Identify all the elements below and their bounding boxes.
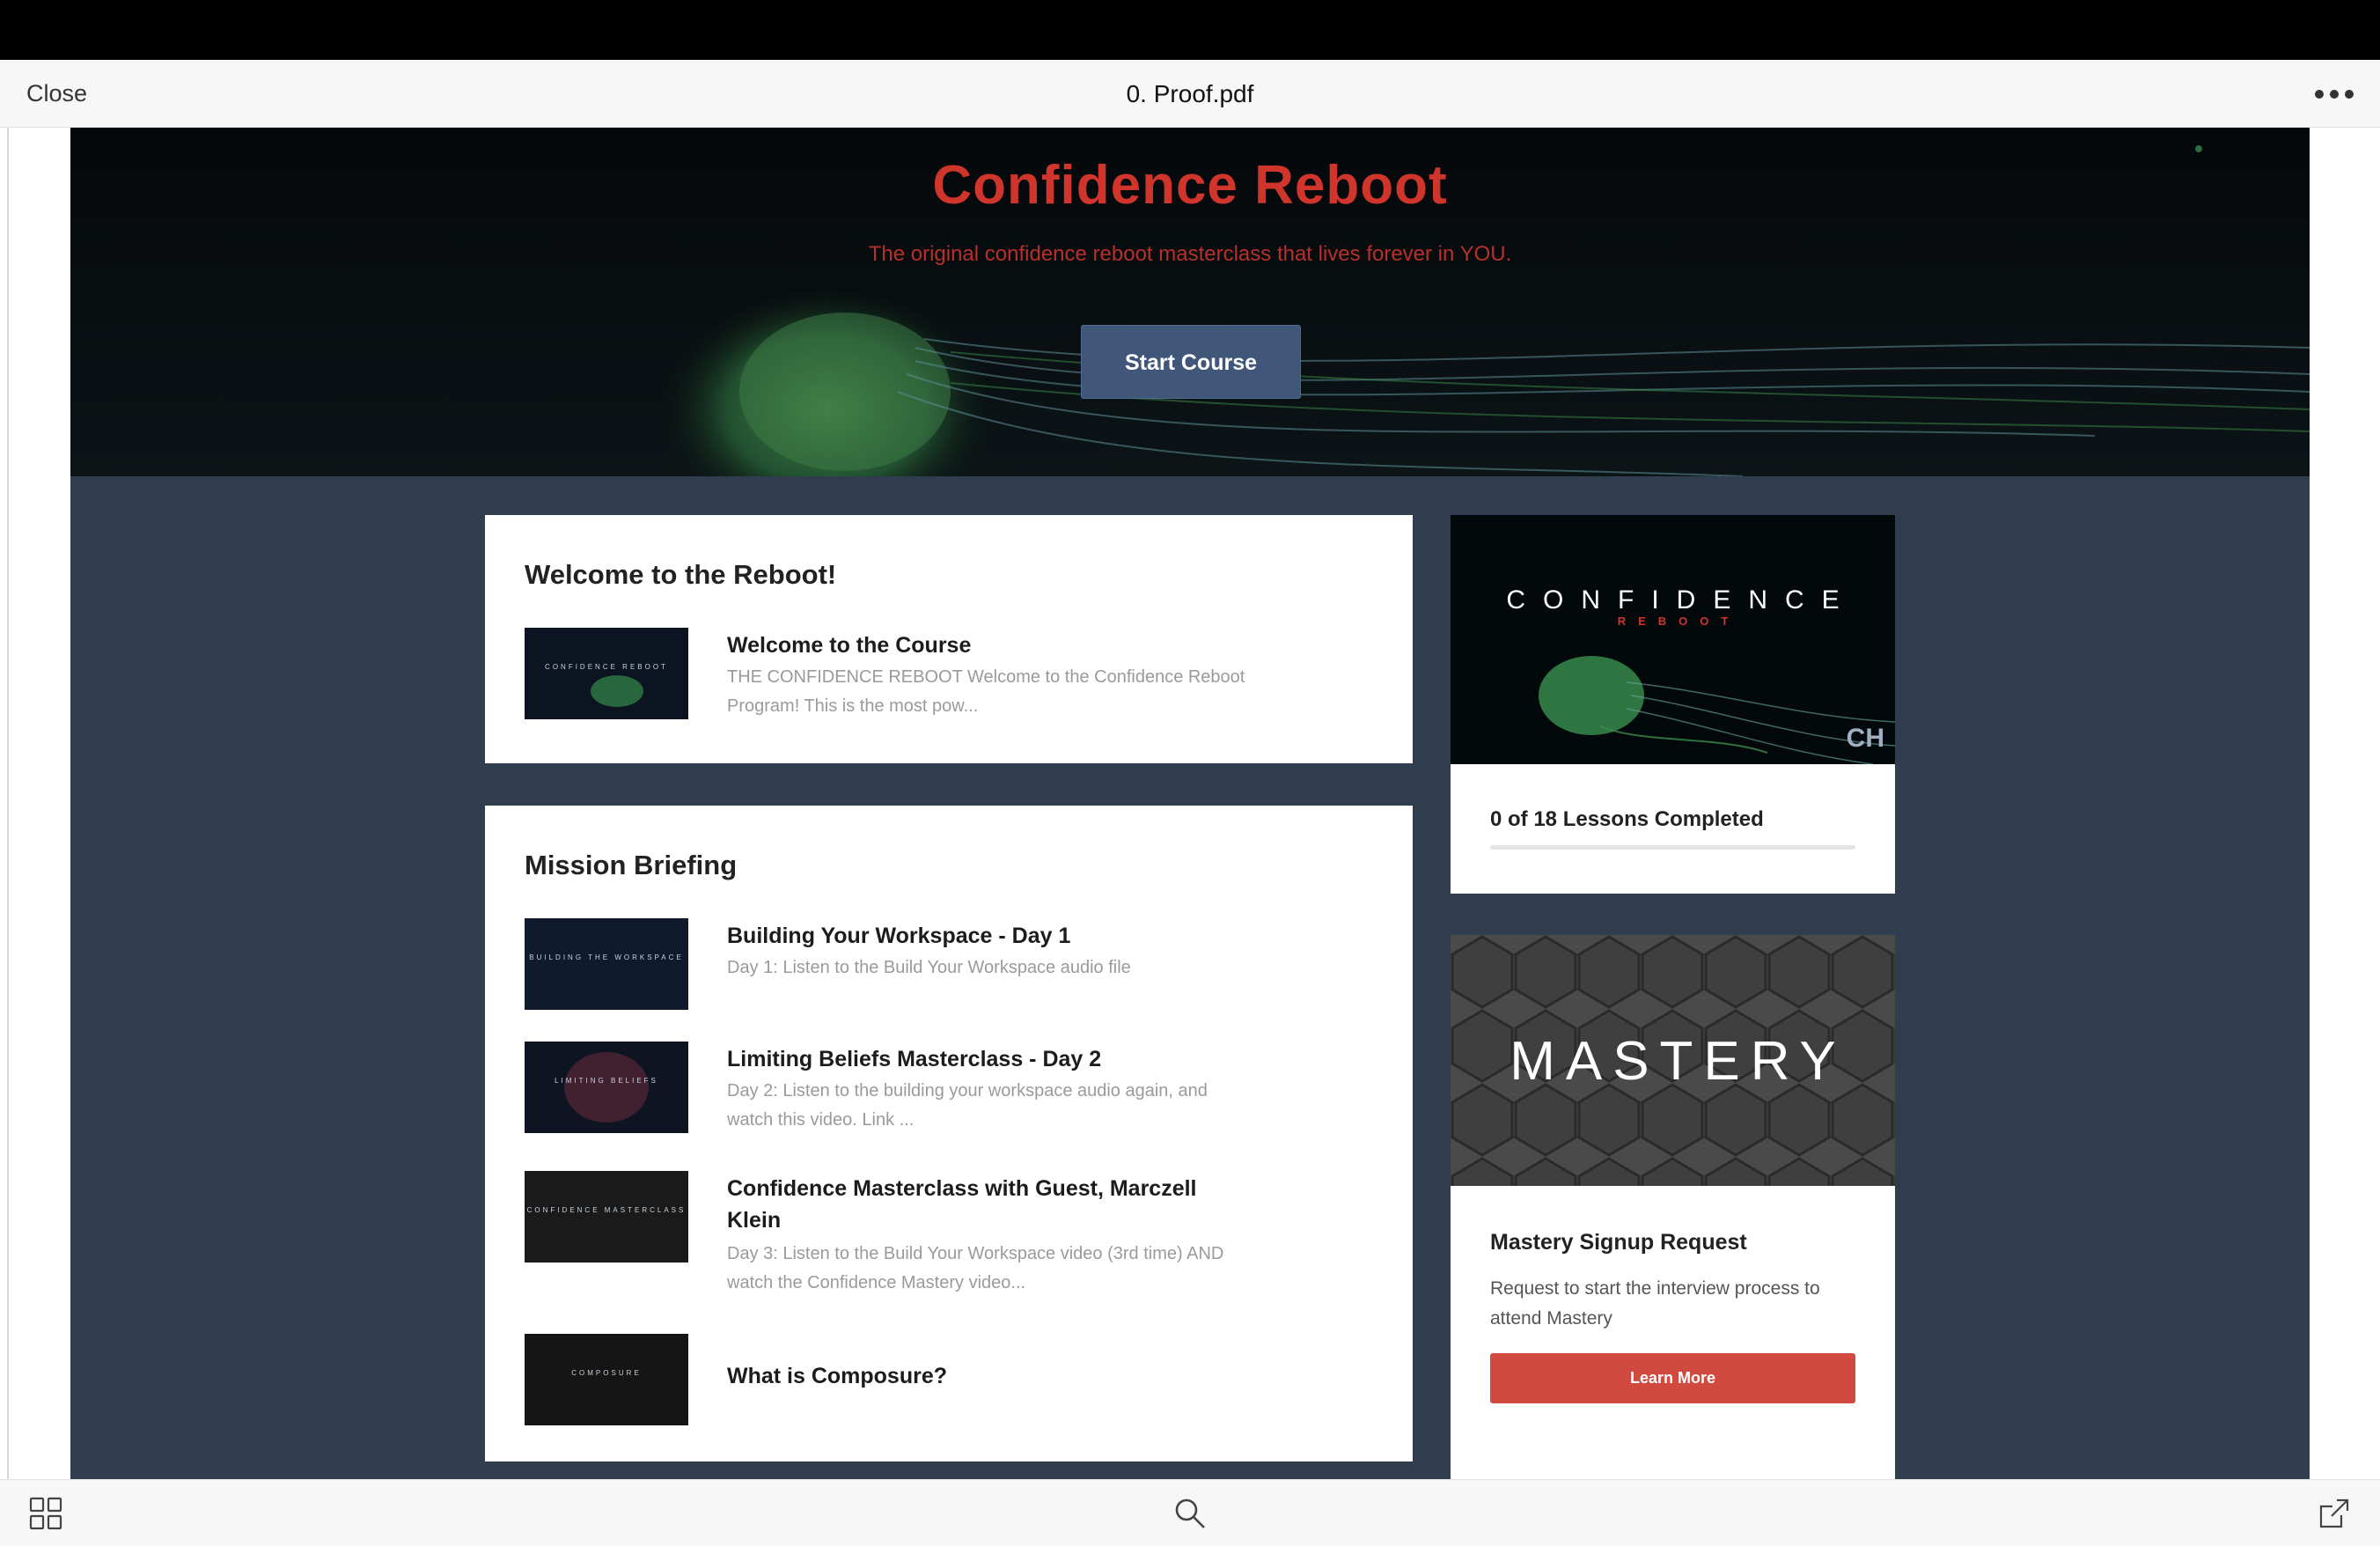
welcome-section-card: Welcome to the Reboot! CONFIDENCE REBOOT… <box>485 515 1413 763</box>
section-title: Mission Briefing <box>525 850 738 880</box>
lesson-thumbnail: LIMITING BELIEFS <box>525 1042 688 1133</box>
mastery-banner-image: MASTERY <box>1451 935 1895 1186</box>
learn-more-button[interactable]: Learn More <box>1490 1353 1855 1403</box>
lesson-item[interactable]: COMPOSURE What is Composure? <box>525 1334 1370 1425</box>
lesson-title: Confidence Masterclass with Guest, Marcz… <box>727 1176 1197 1233</box>
brand-logo-icon: CH <box>1846 724 1884 753</box>
section-title: Welcome to the Reboot! <box>525 559 837 590</box>
thumbnail-caption: LIMITING BELIEFS <box>555 1077 658 1085</box>
lesson-item[interactable]: BUILDING THE WORKSPACE Building Your Wor… <box>525 918 1370 1010</box>
lesson-thumbnail: BUILDING THE WORKSPACE <box>525 918 688 1010</box>
lesson-title: What is Composure? <box>727 1364 948 1388</box>
progress-bar <box>1490 845 1855 850</box>
mastery-title: Mastery Signup Request <box>1490 1230 1747 1255</box>
hero-banner: Confidence Reboot The original confidenc… <box>70 128 2310 476</box>
share-icon[interactable] <box>2317 1496 2352 1531</box>
lesson-description: Day 2: Listen to the building your works… <box>727 1081 1208 1130</box>
ellipsis-icon[interactable] <box>2315 83 2354 106</box>
lesson-description: THE CONFIDENCE REBOOT Welcome to the Con… <box>727 667 1245 716</box>
thumbnail-caption: BUILDING THE WORKSPACE <box>529 953 684 961</box>
course-progress-card: CONFIDENCE REBOOT CH 0 of 18 Lessons Com… <box>1451 515 1895 894</box>
hero-title: Confidence Reboot <box>932 155 1448 216</box>
start-course-button[interactable]: Start Course <box>1081 325 1301 399</box>
lesson-title: Welcome to the Course <box>727 633 972 658</box>
page-edge <box>7 128 9 1479</box>
cover-subtitle: REBOOT <box>1617 615 1741 628</box>
document-title: 0. Proof.pdf <box>1126 80 1254 107</box>
thumbnails-grid-icon[interactable] <box>28 1496 63 1531</box>
hero-subtitle: The original confidence reboot mastercla… <box>868 242 1512 266</box>
status-strip <box>0 0 2380 60</box>
thumbnail-caption: COMPOSURE <box>571 1369 642 1377</box>
course-cover-image: CONFIDENCE REBOOT CH <box>1451 515 1895 764</box>
lessons-completed-label: 0 of 18 Lessons Completed <box>1490 807 1764 831</box>
thumbnail-caption: CONFIDENCE MASTERCLASS <box>526 1206 687 1214</box>
lesson-thumbnail: CONFIDENCE REBOOT <box>525 628 688 719</box>
cover-title: CONFIDENCE <box>1506 585 1857 615</box>
lesson-thumbnail: COMPOSURE <box>525 1334 688 1425</box>
lesson-title: Building Your Workspace - Day 1 <box>727 924 1071 948</box>
mastery-description: Request to start the interview process t… <box>1490 1278 1820 1329</box>
lesson-title: Limiting Beliefs Masterclass - Day 2 <box>727 1047 1102 1071</box>
lesson-description: Day 1: Listen to the Build Your Workspac… <box>727 958 1131 977</box>
thumbnail-caption: CONFIDENCE REBOOT <box>545 663 668 671</box>
search-icon[interactable] <box>1172 1496 1208 1531</box>
lesson-item[interactable]: CONFIDENCE MASTERCLASS Confidence Master… <box>525 1171 1370 1303</box>
mastery-banner-text: MASTERY <box>1510 1031 1847 1092</box>
lesson-description: Day 3: Listen to the Build Your Workspac… <box>727 1244 1224 1292</box>
lesson-thumbnail: CONFIDENCE MASTERCLASS <box>525 1171 688 1263</box>
lesson-item[interactable]: CONFIDENCE REBOOT Welcome to the Course … <box>525 628 1370 719</box>
document-viewport[interactable]: Confidence Reboot The original confidenc… <box>0 128 2380 1479</box>
lesson-item[interactable]: LIMITING BELIEFS Limiting Beliefs Master… <box>525 1042 1370 1133</box>
mastery-signup-card: MASTERY Mastery Signup Request Request t… <box>1451 935 1895 1479</box>
viewer-bottom-bar <box>0 1479 2380 1546</box>
mission-section-card: Mission Briefing BUILDING THE WORKSPACE … <box>485 806 1413 1461</box>
viewer-top-bar: Close 0. Proof.pdf <box>0 60 2380 128</box>
pdf-page: Confidence Reboot The original confidenc… <box>70 128 2310 1479</box>
